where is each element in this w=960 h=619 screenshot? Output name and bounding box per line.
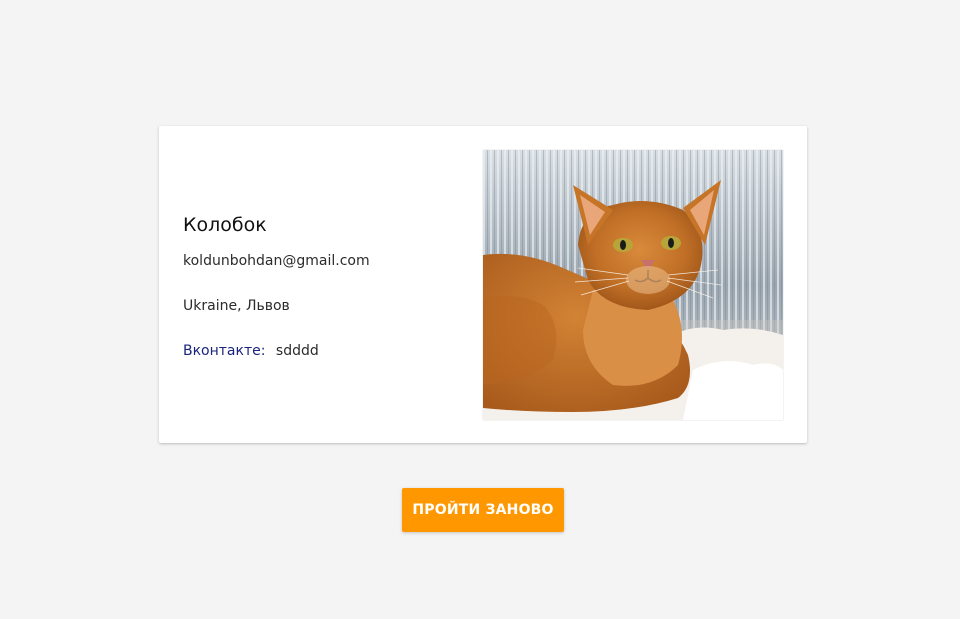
- profile-info: Колобок koldunbohdan@gmail.com Ukraine, …: [183, 212, 473, 360]
- profile-card: Колобок koldunbohdan@gmail.com Ukraine, …: [159, 126, 807, 443]
- result-page: Колобок koldunbohdan@gmail.com Ukraine, …: [0, 0, 960, 619]
- social-label[interactable]: Вконтакте:: [183, 343, 265, 359]
- profile-location: Ukraine, Львов: [183, 298, 290, 314]
- profile-name: Колобок: [183, 214, 267, 236]
- cat-photo: [483, 150, 783, 420]
- profile-email: koldunbohdan@gmail.com: [183, 253, 370, 269]
- restart-button[interactable]: ПРОЙТИ ЗАНОВО: [402, 488, 564, 532]
- social-value: sdddd: [275, 343, 319, 359]
- cat-image: [483, 150, 783, 420]
- profile-social: Вконтакте: sdddd: [183, 342, 473, 360]
